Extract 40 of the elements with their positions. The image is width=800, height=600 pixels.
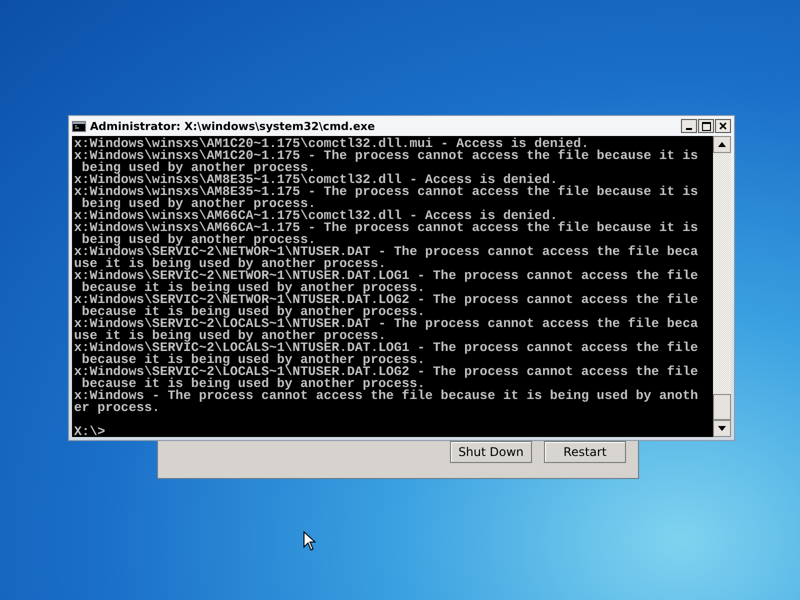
console-line: x:Windows\winsxs\AM66CA~1.175\comctl32.dll - Access is denied. <box>74 210 558 222</box>
console-line: because it is being used by another process. <box>82 306 426 318</box>
console-line: x:Windows - The process cannot access the file because it is being used by anoth <box>74 390 698 402</box>
console-line: x:Windows\SERVIC~2\NETWOR~1\NTUSER.DAT - The process cannot access the file beca <box>74 246 698 258</box>
console-line: being used by another process. <box>82 234 316 246</box>
console-line: x:Windows\SERVIC~2\NETWOR~1\NTUSER.DAT.LOG2 - The process cannot access the file <box>74 294 698 306</box>
down-arrow-icon <box>718 426 726 431</box>
maximize-icon <box>702 122 710 130</box>
console-line: being used by another process. <box>82 162 316 174</box>
minimize-button[interactable] <box>681 119 697 133</box>
scroll-up-button[interactable] <box>713 136 731 153</box>
console-line: x:Windows\SERVIC~2\LOCALS~1\NTUSER.DAT.LOG2 - The process cannot access the file <box>74 366 698 378</box>
console-line: x:Windows\winsxs\AM1C20~1.175\comctl32.dll.mui - Access is denied. <box>74 138 589 150</box>
console-line: because it is being used by another process. <box>82 282 426 294</box>
close-button[interactable] <box>715 119 731 133</box>
console-line: because it is being used by another process. <box>82 354 426 366</box>
console-line: being used by another process. <box>82 198 316 210</box>
vertical-scrollbar[interactable] <box>713 136 731 437</box>
console-line: because it is being used by another process. <box>82 378 426 390</box>
console-line: er process. <box>74 402 160 414</box>
scroll-thumb[interactable] <box>713 394 731 420</box>
console-line: x:Windows\winsxs\AM8E35~1.175 - The process cannot access the file because it is <box>74 186 698 198</box>
close-icon <box>719 122 727 130</box>
console-line: x:Windows\SERVIC~2\LOCALS~1\NTUSER.DAT - The process cannot access the file beca <box>74 318 698 330</box>
console-line: x:Windows\winsxs\AM66CA~1.175 - The process cannot access the file because it is <box>74 222 698 234</box>
console-line: use it is being used by another process. <box>74 258 386 270</box>
console-line: x:Windows\winsxs\AM1C20~1.175 - The process cannot access the file because it is <box>74 150 698 162</box>
mouse-pointer-icon <box>303 531 316 551</box>
window-title: Administrator: X:\windows\system32\cmd.exe <box>90 120 376 132</box>
console-line: use it is being used by another process. <box>74 330 386 342</box>
command-prompt[interactable]: X:\> <box>74 426 106 437</box>
maximize-button[interactable] <box>698 119 714 133</box>
up-arrow-icon <box>718 142 726 147</box>
console-icon <box>72 120 86 132</box>
scroll-down-button[interactable] <box>713 420 731 437</box>
console-line: x:Windows\winsxs\AM8E35~1.175\comctl32.dll - Access is denied. <box>74 174 558 186</box>
shut-down-button[interactable]: Shut Down <box>450 441 532 463</box>
console-line: x:Windows\SERVIC~2\NETWOR~1\NTUSER.DAT.LOG1 - The process cannot access the file <box>74 270 698 282</box>
console-line: x:Windows\SERVIC~2\LOCALS~1\NTUSER.DAT.LOG1 - The process cannot access the file <box>74 342 698 354</box>
restart-button[interactable]: Restart <box>544 441 626 463</box>
